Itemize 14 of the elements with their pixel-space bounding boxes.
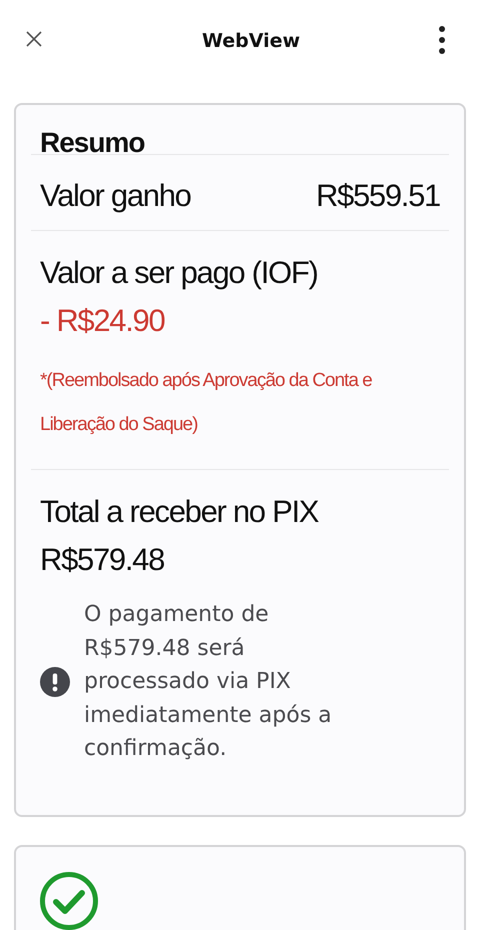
alert-icon bbox=[40, 666, 70, 697]
total-label: Total a receber no PIX bbox=[40, 493, 318, 531]
info-text: O pagamento de R$579.48 será processado via PIX imediatamente após a confirmação. bbox=[84, 601, 333, 763]
window-title: WebView bbox=[202, 30, 300, 52]
close-icon[interactable] bbox=[26, 31, 42, 47]
more-icon[interactable] bbox=[438, 26, 446, 54]
total-value: R$579.48 bbox=[40, 541, 164, 579]
earned-label: Valor ganho bbox=[40, 176, 191, 214]
fee-label: Valor a ser pago (IOF) bbox=[40, 254, 318, 292]
section-title: Resumo bbox=[40, 127, 144, 158]
check-circle-icon bbox=[39, 871, 99, 930]
fee-note: *(Reembolsado após Aprovação da Conta e Liberação do Saque) bbox=[40, 369, 373, 437]
earned-value: R$559.51 bbox=[316, 176, 440, 214]
fee-value: - R$24.90 bbox=[40, 302, 164, 340]
